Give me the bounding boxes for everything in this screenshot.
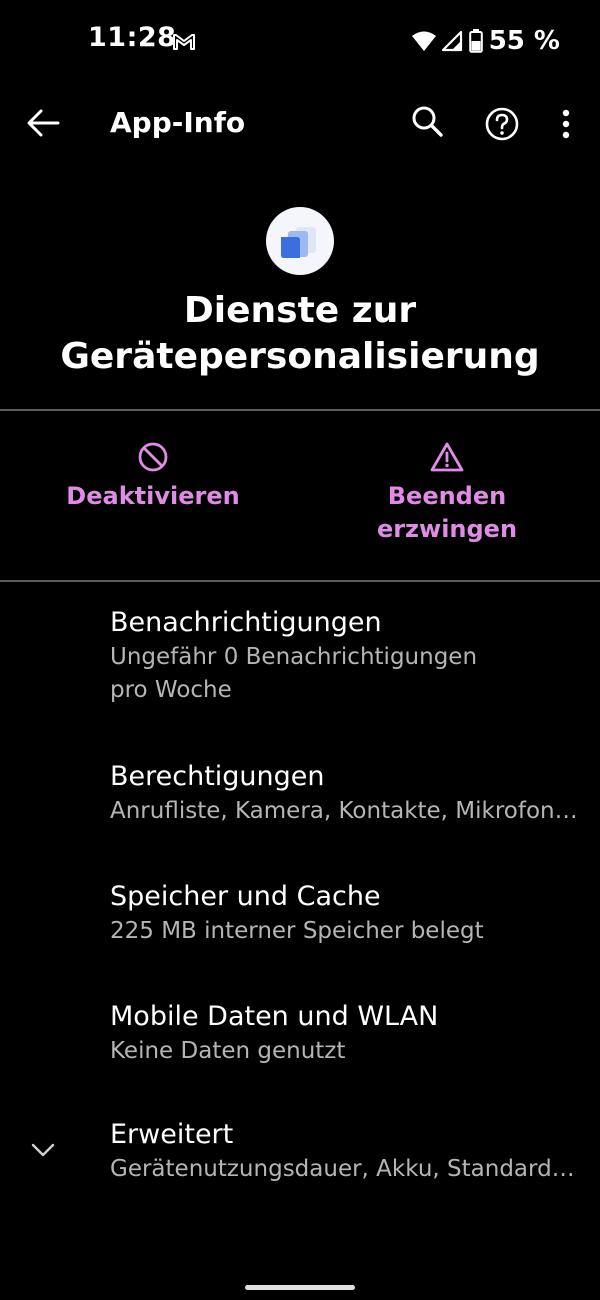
- app-icon: [266, 207, 334, 275]
- app-name: Dienste zur Gerätepersonalisierung: [0, 288, 600, 380]
- help-icon[interactable]: [482, 104, 522, 144]
- mobile-data-summary: Keine Daten genutzt: [110, 1038, 346, 1064]
- page-title: App-Info: [110, 106, 246, 139]
- force-stop-label-line-2: erzwingen: [376, 515, 518, 543]
- notifications-item[interactable]: Benachrichtigungen Ungefähr 0 Benachrich…: [110, 605, 580, 707]
- wifi-icon: [411, 31, 436, 51]
- status-system-icons: 55 %: [411, 26, 560, 56]
- advanced-title: Erweitert: [110, 1119, 234, 1150]
- status-bar: 11:28 55 %: [0, 0, 600, 80]
- permissions-title: Berechtigungen: [110, 761, 325, 792]
- storage-title: Speicher und Cache: [110, 881, 381, 912]
- search-icon[interactable]: [408, 102, 448, 142]
- notifications-summary-line-1: Ungefähr 0 Benachrichtigungen: [110, 644, 478, 670]
- app-name-line-1: Dienste zur: [183, 290, 417, 331]
- more-vert-icon[interactable]: [548, 104, 584, 144]
- status-time: 11:28: [88, 22, 177, 53]
- battery-icon: [468, 29, 483, 53]
- gmail-icon: [173, 34, 195, 50]
- force-stop-label-line-1: Beenden: [387, 482, 507, 510]
- advanced-summary: Gerätenutzungsdauer, Akku, Standardmäßig…: [110, 1156, 580, 1182]
- disable-button[interactable]: Deaktivieren: [50, 440, 256, 513]
- divider-bottom: [0, 580, 600, 582]
- permissions-item[interactable]: Berechtigungen Anrufliste, Kamera, Konta…: [110, 759, 580, 828]
- app-bar: App-Info: [0, 88, 600, 158]
- chevron-down-icon[interactable]: [30, 1140, 56, 1160]
- device-personalization-icon: [281, 227, 316, 258]
- mobile-data-title: Mobile Daten und WLAN: [110, 1001, 439, 1032]
- advanced-item[interactable]: Erweitert Gerätenutzungsdauer, Akku, Sta…: [110, 1117, 580, 1186]
- block-icon: [138, 442, 168, 472]
- back-arrow-icon[interactable]: [22, 102, 64, 144]
- app-name-line-2: Gerätepersonalisierung: [60, 336, 540, 377]
- storage-summary: 225 MB interner Speicher belegt: [110, 918, 484, 944]
- battery-percentage: 55 %: [488, 26, 560, 56]
- navigation-handle[interactable]: [245, 1285, 355, 1290]
- permissions-summary: Anrufliste, Kamera, Kontakte, Mikrofon, …: [110, 798, 580, 824]
- force-stop-button[interactable]: Beenden erzwingen: [344, 440, 550, 546]
- notifications-title: Benachrichtigungen: [110, 607, 382, 638]
- cell-signal-icon: [441, 30, 462, 52]
- notifications-summary-line-2: pro Woche: [110, 677, 232, 703]
- warning-icon: [430, 442, 464, 472]
- divider-top: [0, 409, 600, 411]
- mobile-data-item[interactable]: Mobile Daten und WLAN Keine Daten genutz…: [110, 999, 580, 1068]
- disable-label: Deaktivieren: [66, 482, 240, 510]
- storage-item[interactable]: Speicher und Cache 225 MB interner Speic…: [110, 879, 580, 948]
